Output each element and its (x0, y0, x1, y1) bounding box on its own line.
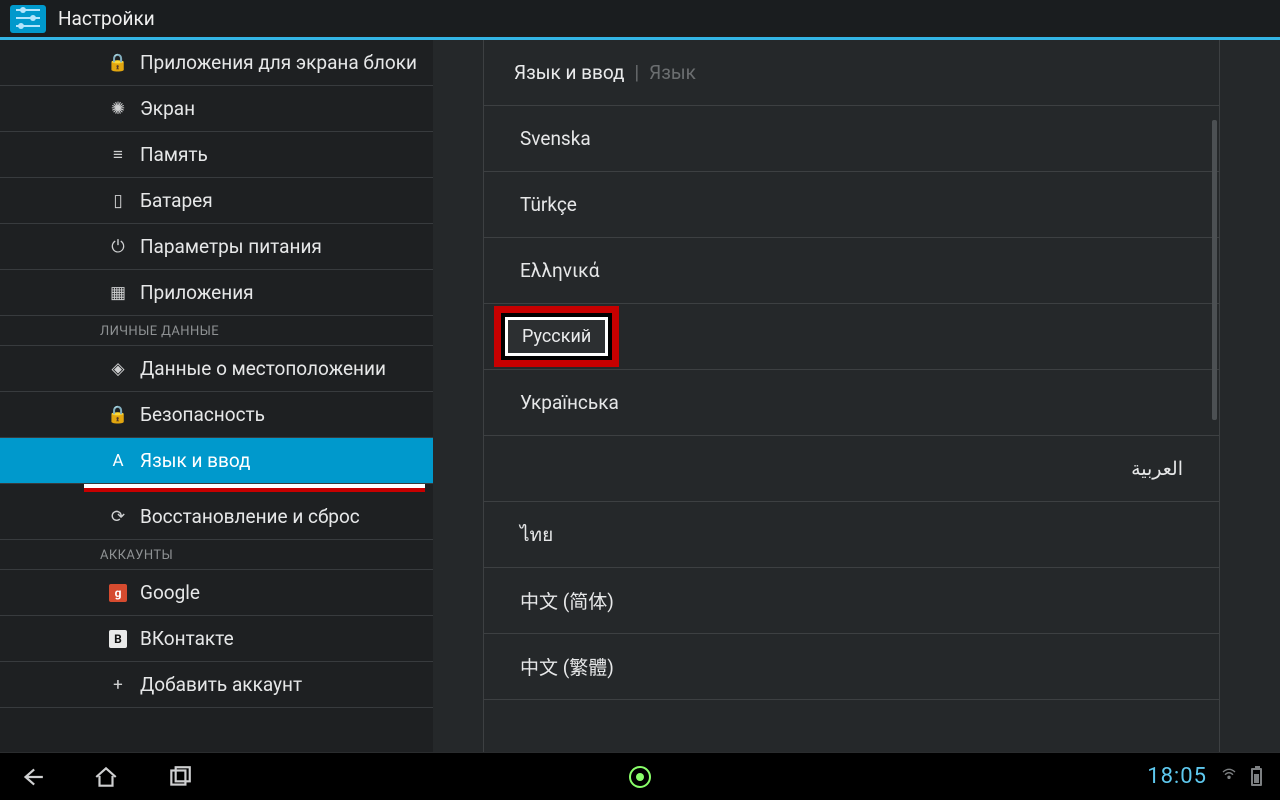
breadcrumb-trail: Язык (649, 61, 696, 84)
sidebar-item-language[interactable]: A Язык и ввод (0, 438, 433, 484)
lock-icon: 🔒 (108, 53, 128, 73)
sidebar-item-display[interactable]: ✺ Экран (0, 86, 433, 132)
restore-icon: ⟳ (108, 507, 128, 527)
battery-icon: ▯ (108, 191, 128, 211)
language-option-chinese-simplified[interactable]: 中文 (简体) (484, 568, 1219, 634)
sidebar-item-apps[interactable]: ▦ Приложения (0, 270, 433, 316)
storage-icon: ≡ (108, 145, 128, 165)
sidebar-item-label: Параметры питания (140, 235, 322, 258)
annotation-highlight: Русский (494, 306, 619, 367)
plus-icon: + (108, 675, 128, 695)
home-icon (93, 764, 119, 790)
language-option-svenska[interactable]: Svenska (484, 106, 1219, 172)
back-icon (19, 764, 45, 790)
sidebar-item-label: Восстановление и сброс (140, 505, 360, 528)
language-option-chinese-traditional[interactable]: 中文 (繁體) (484, 634, 1219, 700)
sidebar-item-power[interactable]: ⏻ Параметры питания (0, 224, 433, 270)
system-nav-bar: 18:05 (0, 752, 1280, 800)
nav-left-group (18, 763, 194, 791)
language-option-arabic[interactable]: العربية (484, 436, 1219, 502)
sidebar-item-battery[interactable]: ▯ Батарея (0, 178, 433, 224)
language-option-greek[interactable]: Ελληνικά (484, 238, 1219, 304)
sidebar-section-personal: ЛИЧНЫЕ ДАННЫЕ (0, 316, 433, 346)
breadcrumb: Язык и ввод | Язык (484, 40, 1219, 106)
sidebar-item-label: Память (140, 143, 208, 166)
status-indicator (629, 766, 651, 788)
sidebar-item-lock-apps[interactable]: 🔒 Приложения для экрана блоки (0, 40, 433, 86)
sidebar-item-storage[interactable]: ≡ Память (0, 132, 433, 178)
breadcrumb-current: Язык и ввод (514, 61, 625, 84)
content-pane: Язык и ввод | Язык Svenska Türkçe Ελληνι… (433, 40, 1280, 752)
vk-icon: B (108, 629, 128, 649)
battery-icon (1251, 768, 1262, 786)
sidebar-item-label: Приложения для экрана блоки (140, 51, 417, 74)
google-icon: g (108, 583, 128, 603)
clock: 18:05 (1147, 764, 1207, 789)
language-label: Svenska (520, 127, 591, 150)
language-option-russian[interactable]: Русский (484, 304, 1219, 370)
back-button[interactable] (18, 763, 46, 791)
language-label: Українська (520, 391, 619, 414)
sidebar-item-location[interactable]: ◈ Данные о местоположении (0, 346, 433, 392)
sidebar-item-label: Добавить аккаунт (140, 673, 302, 696)
sidebar-item-label: Данные о местоположении (140, 357, 386, 380)
app-bar: Настройки (0, 0, 1280, 40)
sidebar-item-label: ВКонтакте (140, 627, 234, 650)
sidebar-item-label: Google (140, 581, 200, 604)
brightness-icon: ✺ (108, 99, 128, 119)
nav-right-group: 18:05 (1147, 764, 1262, 789)
language-label: Русский (505, 317, 608, 356)
sidebar-item-label: Язык и ввод (140, 449, 251, 472)
language-label: ไทย (520, 520, 553, 550)
recent-icon (167, 764, 193, 790)
language-label: 中文 (繁體) (520, 653, 614, 680)
sidebar-section-accounts: АККАУНТЫ (0, 540, 433, 570)
language-label: Türkçe (520, 193, 577, 216)
language-icon: A (108, 451, 128, 471)
sidebar-item-label: Экран (140, 97, 195, 120)
power-icon: ⏻ (108, 237, 128, 257)
settings-sidebar: 🔒 Приложения для экрана блоки ✺ Экран ≡ … (0, 40, 433, 752)
workspace: 🔒 Приложения для экрана блоки ✺ Экран ≡ … (0, 40, 1280, 752)
language-option-turkce[interactable]: Türkçe (484, 172, 1219, 238)
sidebar-item-label: Безопасность (140, 403, 265, 426)
sidebar-item-label: Приложения (140, 281, 254, 304)
settings-icon (10, 5, 46, 33)
breadcrumb-separator: | (635, 61, 640, 84)
sidebar-item-vk[interactable]: B ВКонтакте (0, 616, 433, 662)
language-label: Ελληνικά (520, 259, 599, 282)
language-label: 中文 (简体) (520, 587, 614, 614)
sidebar-item-label: Батарея (140, 189, 213, 212)
lock-icon: 🔒 (108, 405, 128, 425)
apps-icon: ▦ (108, 283, 128, 303)
sidebar-item-backup[interactable]: ⟳ Восстановление и сброс (0, 494, 433, 540)
sidebar-item-security[interactable]: 🔒 Безопасность (0, 392, 433, 438)
language-panel: Язык и ввод | Язык Svenska Türkçe Ελληνι… (483, 40, 1220, 752)
app-title: Настройки (58, 7, 155, 30)
recent-apps-button[interactable] (166, 763, 194, 791)
sidebar-item-add-account[interactable]: + Добавить аккаунт (0, 662, 433, 708)
annotation-underline (84, 484, 425, 490)
location-icon: ◈ (108, 359, 128, 379)
language-option-ukrainian[interactable]: Українська (484, 370, 1219, 436)
scrollbar[interactable] (1212, 120, 1217, 420)
wifi-icon (1219, 766, 1239, 787)
sidebar-item-google[interactable]: g Google (0, 570, 433, 616)
home-button[interactable] (92, 763, 120, 791)
language-option-thai[interactable]: ไทย (484, 502, 1219, 568)
language-label: العربية (1131, 457, 1183, 480)
